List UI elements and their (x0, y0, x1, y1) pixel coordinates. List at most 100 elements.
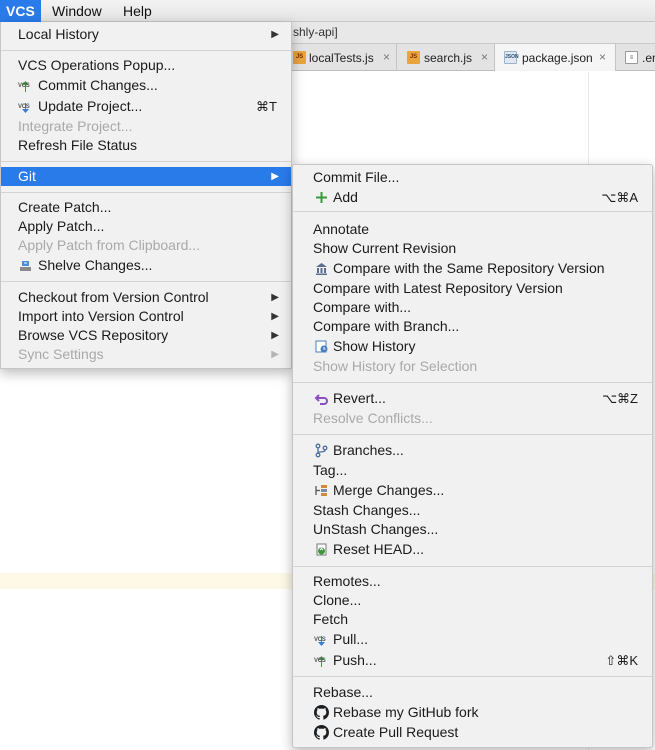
menu-item-commit-changes[interactable]: VCS Commit Changes... (1, 76, 291, 95)
vcs-push-icon: VCS (314, 653, 329, 668)
menu-item-annotate[interactable]: Annotate (293, 220, 652, 239)
menu-item-fetch[interactable]: Fetch (293, 610, 652, 629)
shortcut-label: ⌥⌘Z (602, 391, 638, 406)
menu-item-sync-settings: Sync Settings ▶ (1, 345, 291, 364)
tab-package-json[interactable]: JSON package.json × (495, 44, 616, 71)
github-icon (314, 705, 329, 720)
merge-icon (314, 483, 329, 498)
close-icon[interactable]: × (481, 50, 488, 64)
menu-item-branches[interactable]: Branches... (293, 441, 652, 460)
tab-label: localTests.js (309, 51, 374, 65)
text-file-icon: ≡ (625, 51, 638, 64)
menu-item-label: Create Patch... (18, 199, 112, 215)
menu-item-apply-patch-clipboard: Apply Patch from Clipboard... (1, 236, 291, 255)
menu-item-remotes[interactable]: Remotes... (293, 572, 652, 591)
vcs-badge: VCS (18, 104, 30, 110)
tab-search[interactable]: JS search.js × (397, 44, 495, 71)
menu-item-label: Apply Patch... (18, 218, 105, 234)
menu-item-merge-changes[interactable]: Merge Changes... (293, 481, 652, 500)
tab-env[interactable]: ≡ .en (616, 44, 655, 71)
menu-item-checkout[interactable]: Checkout from Version Control ▶ (1, 288, 291, 307)
menu-item-compare-with[interactable]: Compare with... (293, 298, 652, 317)
menu-item-revert[interactable]: Revert... ⌥⌘Z (293, 389, 652, 408)
menubar-help[interactable]: Help (117, 0, 158, 22)
menu-item-shelve-changes[interactable]: Shelve Changes... (1, 256, 291, 275)
menu-item-update-project[interactable]: VCS Update Project... ⌘T (1, 97, 291, 116)
vcs-pull-icon: VCS (314, 632, 329, 647)
close-icon[interactable]: × (383, 50, 390, 64)
menu-item-label: Tag... (313, 462, 348, 478)
menu-bar: VCS Window Help (0, 0, 655, 22)
vcs-badge: VCS (314, 658, 326, 664)
menu-item-clone[interactable]: Clone... (293, 591, 652, 610)
menu-item-label: Local History (18, 26, 99, 42)
vcs-commit-icon: VCS (18, 78, 33, 93)
menu-item-compare-branch[interactable]: Compare with Branch... (293, 317, 652, 336)
menu-item-label: Shelve Changes... (38, 257, 153, 273)
menu-separator (293, 434, 652, 435)
json-file-icon: JSON (504, 51, 519, 64)
tab-label: search.js (424, 51, 473, 65)
menu-item-create-pull-request[interactable]: Create Pull Request (293, 723, 652, 742)
menu-item-browse-vcs[interactable]: Browse VCS Repository ▶ (1, 326, 291, 345)
add-plus-icon (314, 190, 329, 205)
submenu-arrow-icon: ▶ (271, 330, 279, 341)
menu-item-pull[interactable]: VCS Pull... (293, 630, 652, 649)
menu-item-compare-same-repo[interactable]: Compare with the Same Repository Version (293, 259, 652, 278)
vcs-badge: VCS (314, 637, 326, 643)
menu-item-local-history[interactable]: Local History ▶ (1, 25, 291, 44)
menubar-vcs[interactable]: VCS (0, 0, 41, 22)
menu-item-compare-latest-repo[interactable]: Compare with Latest Repository Version (293, 279, 652, 298)
menu-item-add[interactable]: Add ⌥⌘A (293, 188, 652, 207)
git-submenu: Commit File... Add ⌥⌘A Annotate Show Cur… (292, 164, 653, 748)
menu-item-stash-changes[interactable]: Stash Changes... (293, 501, 652, 520)
submenu-arrow-icon: ▶ (271, 171, 279, 182)
reset-head-icon (314, 542, 329, 557)
menu-item-show-history[interactable]: Show History (293, 337, 652, 356)
menu-item-label: Merge Changes... (333, 482, 445, 498)
menu-separator (1, 161, 291, 162)
branch-icon (314, 443, 329, 458)
menu-item-push[interactable]: VCS Push... ⇧⌘K (293, 651, 652, 670)
menu-item-rebase-github-fork[interactable]: Rebase my GitHub fork (293, 703, 652, 722)
menu-item-label: Show History (333, 338, 416, 354)
menu-item-label: Rebase... (313, 684, 373, 700)
menu-separator (293, 566, 652, 567)
menu-item-apply-patch[interactable]: Apply Patch... (1, 217, 291, 236)
menu-item-label: Checkout from Version Control (18, 289, 209, 305)
menu-item-label: Integrate Project... (18, 118, 133, 134)
submenu-arrow-icon: ▶ (271, 292, 279, 303)
menu-item-show-current-revision[interactable]: Show Current Revision (293, 239, 652, 258)
submenu-arrow-icon: ▶ (271, 29, 279, 40)
menubar-window[interactable]: Window (46, 0, 108, 22)
repository-icon (314, 261, 329, 276)
menu-item-vcs-operations-popup[interactable]: VCS Operations Popup... (1, 56, 291, 75)
menu-item-commit-file[interactable]: Commit File... (293, 168, 652, 187)
menu-item-refresh-file-status[interactable]: Refresh File Status (1, 136, 291, 155)
menu-item-create-patch[interactable]: Create Patch... (1, 198, 291, 217)
menu-item-import[interactable]: Import into Version Control ▶ (1, 307, 291, 326)
menu-item-rebase[interactable]: Rebase... (293, 683, 652, 702)
menu-item-label: Revert... (333, 390, 386, 406)
menu-item-label: Resolve Conflicts... (313, 410, 433, 426)
submenu-arrow-icon: ▶ (271, 311, 279, 322)
menu-item-label: Pull... (333, 631, 369, 647)
menu-separator (1, 50, 291, 51)
close-icon[interactable]: × (599, 50, 606, 64)
menu-item-git[interactable]: Git ▶ (1, 167, 291, 186)
vcs-update-icon: VCS (18, 99, 33, 114)
menu-item-label: Reset HEAD... (333, 541, 425, 557)
menu-item-label: Show Current Revision (313, 240, 457, 256)
shortcut-label: ⌘T (256, 99, 277, 114)
menu-item-label: Stash Changes... (313, 502, 421, 518)
submenu-arrow-icon: ▶ (271, 349, 279, 360)
menu-item-label: UnStash Changes... (313, 521, 439, 537)
menu-item-label: Refresh File Status (18, 137, 138, 153)
menu-item-tag[interactable]: Tag... (293, 461, 652, 480)
history-icon (314, 339, 329, 354)
menu-item-unstash-changes[interactable]: UnStash Changes... (293, 520, 652, 539)
tab-localtests[interactable]: JS localTests.js × (283, 44, 397, 71)
menu-item-reset-head[interactable]: Reset HEAD... (293, 540, 652, 559)
github-icon (314, 725, 329, 740)
revert-icon (314, 391, 329, 406)
